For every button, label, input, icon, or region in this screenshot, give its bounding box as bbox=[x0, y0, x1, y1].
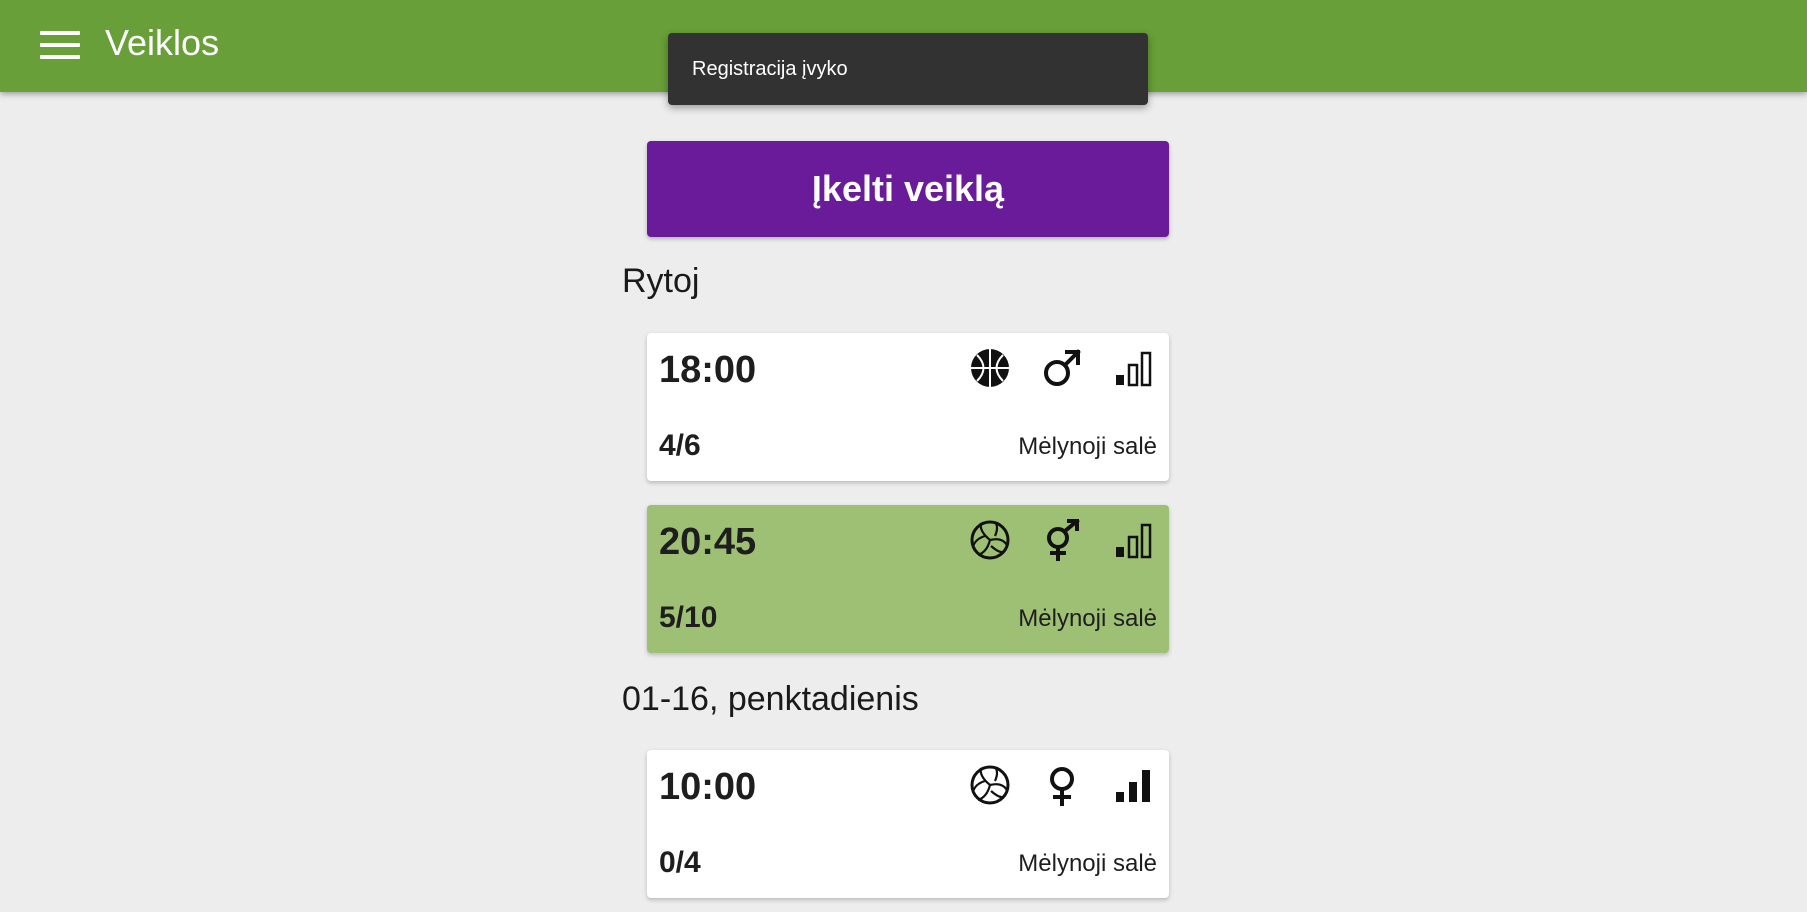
mixed-gender-icon bbox=[1047, 519, 1080, 561]
section-title: Rytoj bbox=[622, 262, 700, 300]
participant-count: 0/4 bbox=[659, 846, 701, 879]
activity-time: 18:00 bbox=[659, 349, 757, 391]
participant-count: 4/6 bbox=[659, 429, 701, 462]
snackbar-message: Registracija įvyko bbox=[692, 57, 848, 80]
volleyball-icon bbox=[970, 520, 1010, 560]
activity-card[interactable]: 18:00 4/6 Mėlynoji salė bbox=[647, 333, 1169, 481]
level-high-icon bbox=[1116, 770, 1150, 802]
female-icon bbox=[1050, 767, 1074, 806]
activity-icons bbox=[969, 347, 1155, 389]
participant-count: 5/10 bbox=[659, 601, 718, 634]
level-low-icon bbox=[1116, 351, 1152, 387]
activity-icons bbox=[969, 519, 1155, 561]
activity-time: 20:45 bbox=[659, 521, 757, 563]
activity-card[interactable]: 20:45 5/10 Mėlynoji salė bbox=[647, 505, 1169, 653]
activity-place: Mėlynoji salė bbox=[1018, 850, 1157, 877]
upload-activity-button[interactable]: Įkelti veiklą bbox=[647, 141, 1169, 237]
activity-time: 10:00 bbox=[659, 766, 757, 808]
level-low-icon bbox=[1116, 523, 1152, 559]
snackbar: Registracija įvyko bbox=[668, 33, 1148, 105]
activity-icons bbox=[969, 764, 1155, 806]
section-title: 01-16, penktadienis bbox=[622, 680, 919, 718]
activity-place: Mėlynoji salė bbox=[1018, 433, 1157, 460]
volleyball-icon bbox=[970, 765, 1010, 805]
activity-card[interactable]: 10:00 0/4 Mėlynoji salė bbox=[647, 750, 1169, 898]
page-title: Veiklos bbox=[105, 22, 220, 63]
menu-icon[interactable] bbox=[38, 28, 82, 62]
basketball-icon bbox=[971, 349, 1009, 387]
activity-place: Mėlynoji salė bbox=[1018, 605, 1157, 632]
male-icon bbox=[1044, 349, 1081, 386]
